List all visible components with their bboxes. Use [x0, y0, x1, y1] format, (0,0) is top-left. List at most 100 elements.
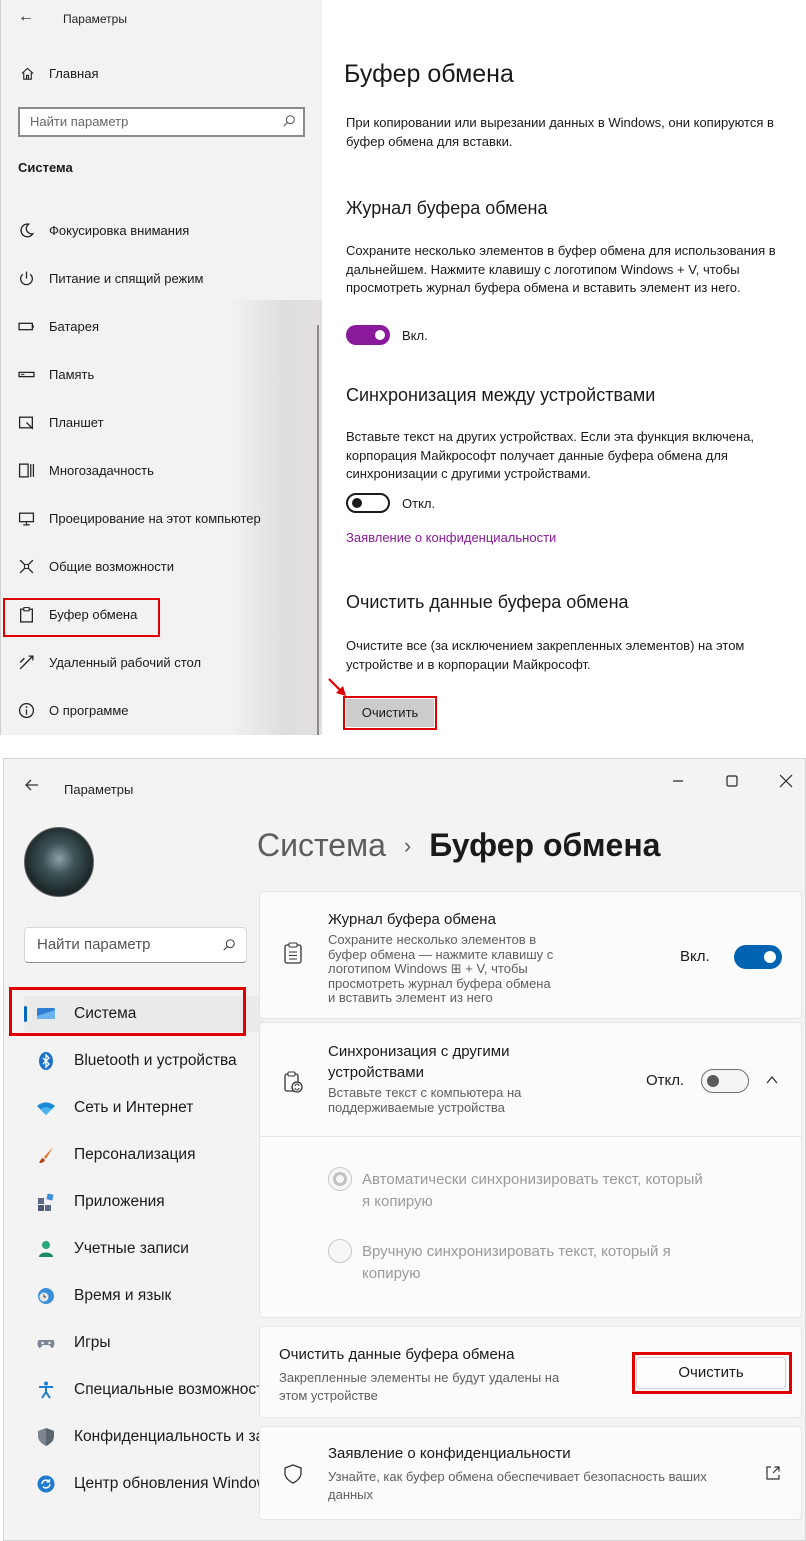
home-nav-item[interactable]: Главная: [20, 66, 98, 81]
history-toggle[interactable]: [346, 325, 390, 345]
highlight-box-system-nav: [9, 987, 246, 1036]
clipboard-sync-icon: [284, 1071, 303, 1093]
tablet-icon: [18, 416, 34, 429]
history-toggle-state: Вкл.: [402, 328, 428, 343]
clear-desc: Очистите все (за исключением закрепленны…: [346, 638, 745, 672]
battery-icon: [18, 322, 34, 330]
privacy-link[interactable]: Заявление о конфиденциальности: [346, 530, 556, 545]
desc-line: буфер обмена — нажмите клавишу с: [328, 946, 554, 962]
desc-line: Сохраните несколько элементов в: [328, 932, 537, 947]
nav-label: Время и язык: [74, 1287, 172, 1304]
nav-label: Питание и спящий режим: [49, 270, 204, 286]
highlight-box-clear-button: [632, 1352, 792, 1394]
close-icon[interactable]: [776, 771, 796, 791]
shared-experiences-icon: [19, 559, 34, 573]
win10-settings-window: ← Параметры Главная Найти параметр Систе…: [0, 0, 806, 735]
sync-title: Синхронизация между устройствами: [346, 385, 656, 405]
sync-toggle[interactable]: [701, 1069, 749, 1093]
sync-desc: Вставьте текст на других устройствах. Ес…: [346, 429, 755, 481]
nav-label: Батарея: [49, 318, 100, 334]
history-toggle-state: Вкл.: [680, 948, 710, 965]
sync-card: Синхронизация с другими устройствами Вст…: [259, 1022, 802, 1318]
projecting-icon: [18, 512, 35, 526]
radio-auto-sync-label: Автоматически синхронизировать текст, ко…: [362, 1169, 762, 1213]
search-input[interactable]: Найти параметр: [24, 927, 247, 963]
intro-text: При копировании или вырезании данных в W…: [346, 115, 774, 149]
card-divider: [260, 1136, 801, 1137]
nav-item-privacy[interactable]: Конфиденциальность и защита: [24, 1419, 301, 1455]
external-link-icon[interactable]: [765, 1465, 781, 1481]
brush-icon: [39, 1147, 53, 1163]
page-title: Буфер обмена: [344, 60, 514, 88]
nav-item-personalization[interactable]: Персонализация: [24, 1137, 264, 1173]
power-icon: [20, 271, 33, 285]
nav-item-network[interactable]: Сеть и Интернет: [24, 1090, 264, 1126]
nav-item-focus-assist[interactable]: Фокусировка внимания: [18, 218, 189, 242]
privacy-card[interactable]: Заявление о конфиденциальности Узнайте, …: [259, 1426, 802, 1520]
clear-desc: Закрепленные элементы не будут удалены н…: [279, 1369, 559, 1405]
app-title: Параметры: [63, 12, 127, 26]
nav-item-time-language[interactable]: Время и язык: [24, 1278, 264, 1314]
desc-line: Узнайте, как буфер обмена обеспечивает б…: [328, 1469, 707, 1484]
nav-label: Память: [49, 366, 95, 382]
maximize-icon[interactable]: [722, 771, 742, 791]
history-card: Журнал буфера обмена Сохраните несколько…: [259, 891, 802, 1019]
history-desc: Сохраните несколько элементов в буфер об…: [328, 932, 554, 1006]
shield-icon: [38, 1428, 54, 1446]
nav-item-accounts[interactable]: Учетные записи: [24, 1231, 264, 1267]
chevron-up-icon[interactable]: [765, 1073, 779, 1087]
gamepad-icon: [37, 1340, 55, 1348]
minimize-icon[interactable]: [668, 771, 688, 791]
shield-outline-icon: [284, 1464, 302, 1484]
back-arrow-icon[interactable]: ←: [18, 8, 34, 26]
nav-item-about[interactable]: О программе: [18, 698, 129, 722]
nav-item-accessibility[interactable]: Специальные возможности: [24, 1372, 272, 1408]
multitasking-icon: [18, 462, 35, 478]
sidebar-scrollbar[interactable]: [317, 325, 319, 735]
person-icon: [39, 1241, 53, 1257]
storage-icon: [18, 371, 35, 377]
history-title: Журнал буфера обмена: [346, 198, 548, 218]
avatar[interactable]: [24, 827, 94, 897]
radio-auto-sync[interactable]: [328, 1167, 352, 1191]
nav-item-remote-desktop[interactable]: Удаленный рабочий стол: [18, 650, 201, 674]
nav-item-storage[interactable]: Память: [18, 362, 94, 386]
nav-item-multitasking[interactable]: Многозадачность: [18, 458, 154, 482]
nav-item-tablet[interactable]: Планшет: [18, 410, 104, 434]
option-line: Вручную синхронизировать текст, который …: [362, 1243, 671, 1260]
nav-item-apps[interactable]: Приложения: [24, 1184, 264, 1220]
history-title: Журнал буфера обмена: [328, 911, 496, 928]
breadcrumb-separator: ›: [403, 832, 412, 858]
nav-label: Планшет: [49, 414, 104, 430]
globe-clock-icon: [38, 1288, 54, 1304]
nav-item-bluetooth[interactable]: Bluetooth и устройства: [24, 1043, 264, 1079]
desc-line: Закрепленные элементы не будут удалены н…: [279, 1370, 560, 1385]
sync-desc: Вставьте текст с компьютера на поддержив…: [328, 1085, 521, 1115]
nav-item-gaming[interactable]: Игры: [24, 1325, 264, 1361]
title-line: устройствами: [328, 1064, 424, 1081]
nav-item-projecting[interactable]: Проецирование на этот компьютер: [18, 506, 261, 530]
search-icon: [223, 939, 235, 951]
clear-title: Очистить данные буфера обмена: [346, 592, 629, 612]
nav-item-power-sleep[interactable]: Питание и спящий режим: [18, 266, 203, 290]
sync-toggle-state: Откл.: [402, 496, 436, 511]
nav-item-shared-experiences[interactable]: Общие возможности: [18, 554, 174, 578]
nav-label: Многозадачность: [49, 462, 154, 478]
desc-line: поддерживаемые устройства: [328, 1099, 505, 1115]
clear-title: Очистить данные буфера обмена: [279, 1346, 515, 1363]
sync-toggle[interactable]: [346, 493, 390, 513]
desc-line: просмотреть журнал буфера обмена: [328, 975, 551, 991]
nav-label: О программе: [49, 702, 129, 718]
nav-item-battery[interactable]: Батарея: [18, 314, 99, 338]
accessibility-icon: [39, 1381, 53, 1399]
breadcrumb-parent[interactable]: Система: [257, 827, 386, 864]
history-toggle[interactable]: [734, 945, 782, 969]
app-title: Параметры: [64, 782, 134, 797]
radio-manual-sync[interactable]: [328, 1239, 352, 1263]
remote-desktop-icon: [19, 654, 34, 669]
desc-line: данных: [328, 1487, 374, 1502]
sync-toggle-state: Откл.: [646, 1072, 685, 1089]
nav-item-windows-update[interactable]: Центр обновления Windows: [24, 1466, 276, 1502]
search-input[interactable]: Найти параметр: [18, 107, 305, 137]
back-arrow-icon[interactable]: [24, 777, 40, 793]
